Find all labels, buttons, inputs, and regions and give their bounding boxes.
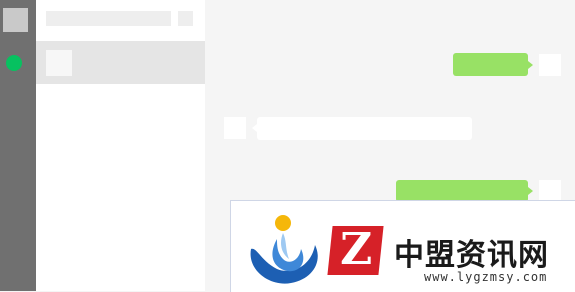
left-sidebar — [0, 0, 36, 291]
contact-avatar-icon — [224, 117, 246, 139]
droplet-logo-icon — [250, 215, 318, 284]
chat-list-panel — [36, 0, 205, 291]
z-logo-icon: Z — [327, 224, 384, 275]
watermark-overlay: Z 中盟资讯网 www.lygzmsy.com — [230, 200, 575, 292]
received-message-bubble[interactable] — [257, 117, 472, 140]
user-avatar-icon[interactable] — [3, 8, 28, 32]
watermark-site-name: 中盟资讯网 — [394, 238, 549, 273]
add-chat-button[interactable] — [178, 11, 193, 26]
bubble-tail — [528, 61, 533, 69]
self-avatar-icon — [539, 54, 561, 76]
sent-message-bubble[interactable] — [396, 180, 528, 202]
contact-avatar-icon — [46, 50, 72, 76]
bubble-tail — [528, 187, 533, 195]
online-status-icon — [6, 55, 22, 71]
chat-list-item[interactable] — [36, 41, 205, 84]
sent-message-bubble[interactable] — [453, 53, 528, 76]
z-logo-letter: Z — [340, 224, 373, 275]
self-avatar-icon — [539, 180, 561, 202]
watermark-site-url: www.lygzmsy.com — [424, 270, 548, 284]
search-input[interactable] — [46, 11, 171, 26]
